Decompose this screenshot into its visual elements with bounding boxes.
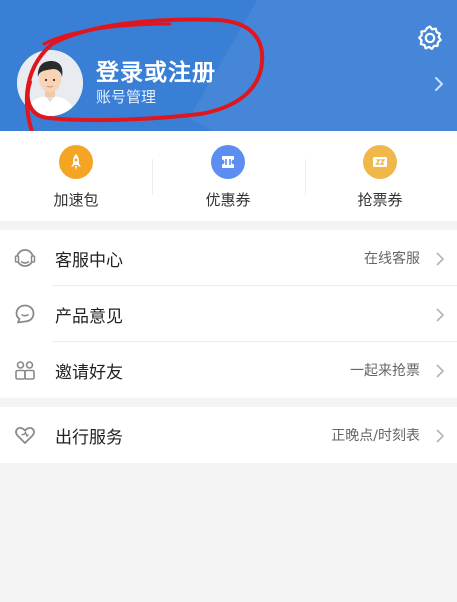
- quick-actions-bar: 加速包 优惠券 抢票券: [0, 131, 457, 221]
- menu-group-support: 客服中心 在线客服 产品意见 邀请好友 一起来抢票: [0, 230, 457, 398]
- menu-item-travel-services[interactable]: 出行服务 正晚点/时刻表: [0, 407, 457, 463]
- menu-item-label: 客服中心: [55, 250, 123, 271]
- quick-action-label: 优惠券: [205, 191, 251, 209]
- avatar[interactable]: [17, 50, 83, 116]
- chevron-right-icon: [435, 428, 445, 444]
- chevron-right-icon: [435, 251, 445, 267]
- rocket-icon: [59, 145, 93, 179]
- menu-group-travel: 出行服务 正晚点/时刻表: [0, 407, 457, 463]
- chevron-right-icon: [435, 307, 445, 323]
- menu-item-value: 在线客服: [364, 251, 420, 267]
- chevron-right-icon[interactable]: [432, 74, 446, 94]
- account-management-label[interactable]: 账号管理: [96, 86, 156, 107]
- quick-action-speed-pack[interactable]: 加速包: [0, 131, 152, 221]
- menu-item-label: 出行服务: [55, 427, 123, 448]
- ticket-icon: [363, 145, 397, 179]
- menu-item-product-feedback[interactable]: 产品意见: [0, 286, 457, 342]
- invite-friends-icon: [13, 358, 37, 382]
- menu-item-label: 邀请好友: [55, 362, 123, 383]
- quick-action-coupons[interactable]: 优惠券: [152, 131, 304, 221]
- menu-item-value: 正晚点/时刻表: [331, 428, 420, 444]
- quick-action-label: 加速包: [53, 191, 99, 209]
- menu-item-label: 产品意见: [55, 306, 123, 327]
- chevron-right-icon: [435, 363, 445, 379]
- feedback-icon: [13, 302, 37, 326]
- heart-icon: [13, 423, 37, 447]
- menu-item-value: 一起来抢票: [350, 363, 420, 379]
- login-register-title[interactable]: 登录或注册: [96, 53, 216, 87]
- headset-icon: [13, 246, 37, 270]
- header-decoration: [189, 0, 457, 131]
- divider: [152, 159, 153, 195]
- menu-item-invite-friends[interactable]: 邀请好友 一起来抢票: [0, 342, 457, 398]
- profile-header[interactable]: 登录或注册 账号管理: [0, 0, 457, 131]
- gear-icon[interactable]: [416, 24, 444, 52]
- menu-item-customer-service[interactable]: 客服中心 在线客服: [0, 230, 457, 286]
- divider: [305, 159, 306, 195]
- quick-action-ticket-coupons[interactable]: 抢票券: [304, 131, 456, 221]
- quick-action-label: 抢票券: [357, 191, 403, 209]
- coupon-icon: [211, 145, 245, 179]
